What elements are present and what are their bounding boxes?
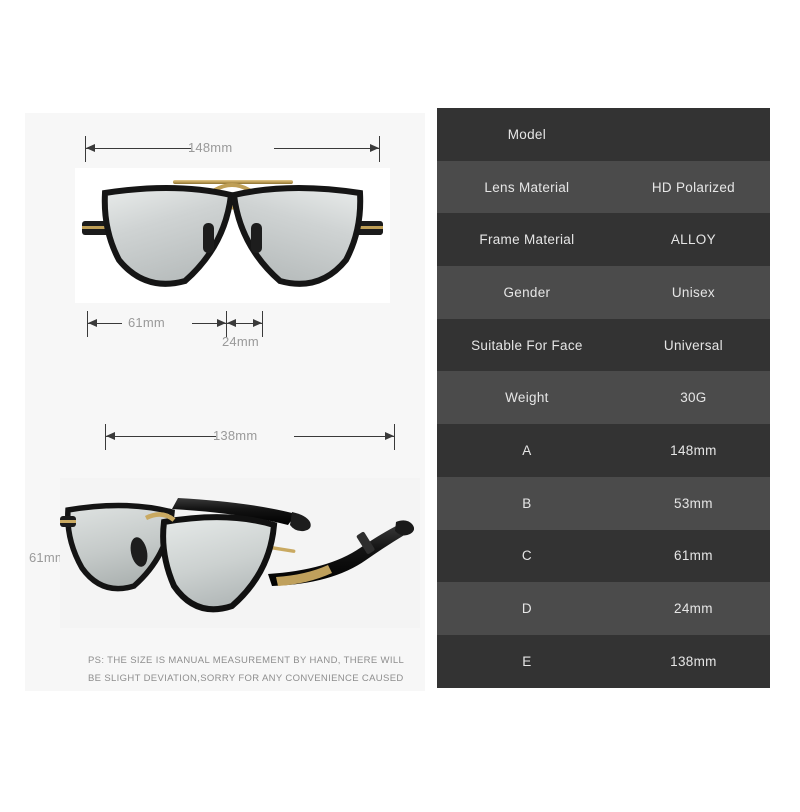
dimension-cap-right <box>379 136 380 162</box>
product-dimension-card: 148mm 61mm 24mm 138mm 61mm PS: THE SIZE … <box>25 113 425 691</box>
disclaimer-line-2: BE SLIGHT DEVIATION,SORRY FOR ANY CONVEN… <box>88 673 404 684</box>
dimension-label-front-width: 148mm <box>188 140 233 155</box>
spec-key: Weight <box>505 390 549 406</box>
spec-key: Suitable For Face <box>471 337 583 353</box>
table-row: Lens Material HD Polarized <box>437 160 770 214</box>
dimension-label-lens-width: 61mm <box>128 315 165 330</box>
spec-value: 61mm <box>674 548 713 564</box>
dimension-label-temple-length: 138mm <box>213 428 258 443</box>
dimension-lens-width: 61mm <box>87 311 227 337</box>
spec-value: 30G <box>680 390 707 406</box>
table-row: A 148mm <box>437 424 770 477</box>
product-image-front-view <box>75 168 390 303</box>
product-image-side-view <box>60 478 420 628</box>
arrowhead-right-icon <box>217 319 226 327</box>
table-row: Frame Material ALLOY <box>437 213 770 267</box>
spec-key: C <box>521 548 532 564</box>
spec-value: 138mm <box>670 653 717 669</box>
dimension-segment-right <box>294 436 394 437</box>
spec-value: Unisex <box>671 284 715 300</box>
table-row: C 61mm <box>437 529 770 583</box>
dimension-label-bridge-width: 24mm <box>222 334 259 349</box>
spec-value: 148mm <box>670 442 717 458</box>
specification-table: Model Lens Material HD Polarized Frame M… <box>437 108 770 688</box>
table-row: B 53mm <box>437 476 770 530</box>
table-row: Weight 30G <box>437 371 770 425</box>
spec-key: B <box>522 495 532 511</box>
table-row: Gender Unisex <box>437 266 770 319</box>
dimension-segment-left <box>106 436 216 437</box>
spec-value: 53mm <box>674 495 713 511</box>
dimension-front-width: 148mm <box>85 136 380 162</box>
table-row: E 138mm <box>437 634 770 688</box>
spec-value: HD Polarized <box>651 179 735 195</box>
dimension-cap-right <box>394 424 395 450</box>
spec-key: A <box>522 442 532 458</box>
sunglasses-side-svg <box>60 478 420 628</box>
spec-value: ALLOY <box>670 232 716 248</box>
spec-key: Frame Material <box>479 232 575 248</box>
spec-key: Lens Material <box>484 179 570 195</box>
dimension-cap-right <box>262 311 263 337</box>
table-row: Model <box>437 108 770 161</box>
arrowhead-right-icon <box>370 144 379 152</box>
spec-key: Model <box>507 126 547 142</box>
spec-key: D <box>521 601 532 617</box>
table-row: D 24mm <box>437 582 770 635</box>
dimension-temple-length: 138mm <box>105 424 395 450</box>
spec-value: 24mm <box>674 601 713 617</box>
arrowhead-left-icon <box>88 319 97 327</box>
measurement-disclaimer: PS: THE SIZE IS MANUAL MEASUREMENT BY HA… <box>88 652 418 688</box>
spec-key: E <box>522 653 532 669</box>
sunglasses-front-svg <box>75 168 390 303</box>
spec-key: Gender <box>503 284 551 300</box>
arrowhead-right-icon <box>385 432 394 440</box>
dimension-bridge-width: 24mm <box>222 311 263 349</box>
arrowhead-left-icon <box>227 319 236 327</box>
disclaimer-line-1: PS: THE SIZE IS MANUAL MEASUREMENT BY HA… <box>88 655 405 666</box>
table-row: Suitable For Face Universal <box>437 318 770 372</box>
arrowhead-left-icon <box>86 144 95 152</box>
arrowhead-right-icon <box>253 319 262 327</box>
dimension-segment-left <box>86 148 191 149</box>
arrowhead-left-icon <box>106 432 115 440</box>
spec-value: Universal <box>663 337 723 353</box>
dimension-segment-right <box>274 148 379 149</box>
